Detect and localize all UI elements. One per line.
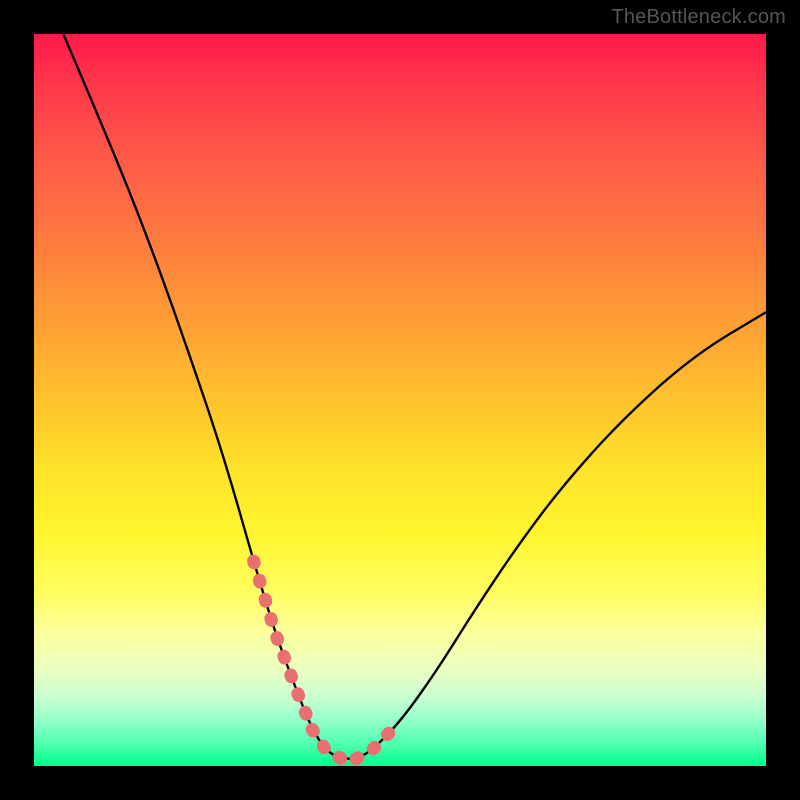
plot-group — [63, 34, 766, 759]
bottleneck-curve — [63, 34, 766, 759]
highlight-valley — [312, 729, 356, 758]
chart-frame: TheBottleneck.com — [0, 0, 800, 800]
chart-svg — [0, 0, 800, 800]
watermark-text: TheBottleneck.com — [611, 6, 786, 29]
highlight-left-knee — [254, 561, 313, 729]
